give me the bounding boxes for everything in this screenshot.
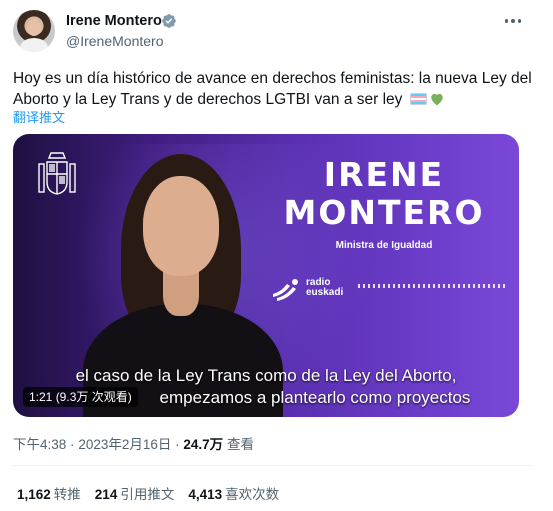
more-options-icon[interactable] bbox=[503, 14, 523, 28]
tweet-meta: 下午4:38 · 2023年2月16日 · 24.7万 查看 bbox=[13, 433, 254, 453]
meta-separator-2: · bbox=[175, 437, 180, 452]
radio-euskadi-label: radio euskadi bbox=[306, 277, 344, 298]
video-subtitle-line-1: el caso de la Ley Trans como de la Ley d… bbox=[75, 366, 457, 385]
retweet-count[interactable]: 1,162 转推 bbox=[17, 483, 81, 503]
meta-separator: · bbox=[70, 437, 75, 452]
like-count[interactable]: 4,413 喜欢次数 bbox=[188, 483, 279, 503]
verified-badge-icon bbox=[162, 14, 176, 28]
tweet-stats: 1,162 转推 214 引用推文 4,413 喜欢次数 bbox=[17, 483, 279, 503]
author-name[interactable]: Irene Montero bbox=[66, 13, 162, 29]
spain-government-crest-icon bbox=[38, 152, 76, 195]
view-label: 查看 bbox=[226, 437, 254, 452]
divider bbox=[13, 465, 533, 466]
radio-euskadi-logo-icon bbox=[273, 279, 298, 301]
video-player[interactable]: IRENE MONTERO Ministra de Igualdad radio… bbox=[13, 134, 519, 417]
audio-waveform bbox=[358, 284, 508, 288]
avatar[interactable] bbox=[13, 10, 55, 52]
video-duration-badge: 1:21 (9.3万 次观看) bbox=[23, 387, 138, 407]
quote-count[interactable]: 214 引用推文 bbox=[95, 483, 175, 503]
tweet-time[interactable]: 下午4:38 bbox=[13, 437, 66, 452]
tweet-text: Hoy es un día histórico de avance en der… bbox=[13, 70, 532, 108]
view-count: 24.7万 bbox=[183, 437, 224, 452]
translate-tweet-link[interactable]: 翻译推文 bbox=[13, 107, 65, 126]
author-handle[interactable]: @IreneMontero bbox=[66, 33, 163, 49]
transgender-flag-icon bbox=[409, 93, 427, 105]
tweet-text-container: Hoy es un día histórico de avance en der… bbox=[13, 68, 533, 110]
video-title: IRENE MONTERO bbox=[283, 155, 485, 232]
green-heart-icon bbox=[431, 93, 443, 106]
tweet-date[interactable]: 2023年2月16日 bbox=[78, 437, 171, 452]
tweet: Irene Montero @IreneMontero Hoy es un dí… bbox=[0, 0, 553, 511]
video-role: Ministra de Igualdad bbox=[335, 240, 433, 251]
